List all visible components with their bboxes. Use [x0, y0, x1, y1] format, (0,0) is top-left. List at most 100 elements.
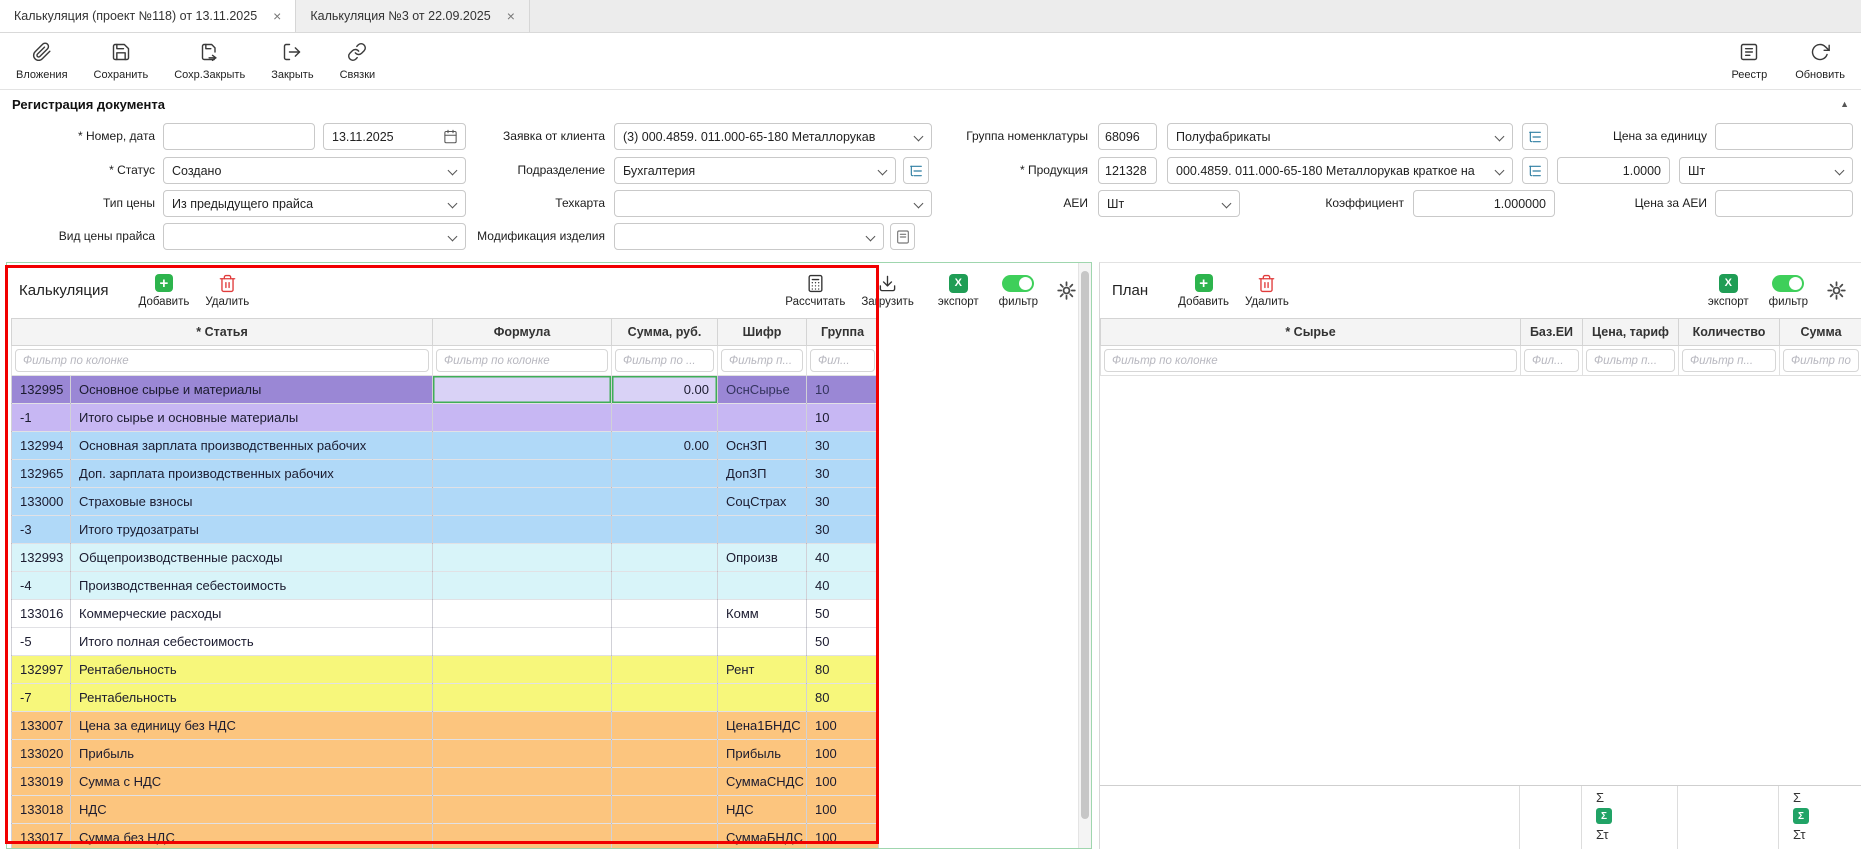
column-header-sum[interactable]: Сумма, руб.	[612, 319, 718, 346]
column-header-material[interactable]: * Сырье	[1101, 319, 1521, 346]
cell-code[interactable]: Рент	[718, 656, 807, 684]
production-select[interactable]: 000.4859. 011.000-65-180 Металлорукав кр…	[1167, 157, 1513, 184]
vertical-scrollbar[interactable]	[1078, 263, 1091, 848]
filter-article-input[interactable]	[15, 349, 429, 372]
table-row[interactable]: 133018НДСНДС100	[12, 796, 879, 824]
cell-article[interactable]: Производственная себестоимость	[71, 572, 433, 600]
close-icon[interactable]: ×	[507, 9, 515, 23]
filter-formula-input[interactable]	[436, 349, 608, 372]
cell-group[interactable]: 10	[807, 404, 879, 432]
cell-group[interactable]: 40	[807, 544, 879, 572]
cell-group[interactable]: 80	[807, 684, 879, 712]
cell-code[interactable]: ОснСырье	[718, 376, 807, 404]
cell-code[interactable]: Опроизв	[718, 544, 807, 572]
cell-code[interactable]: СуммаБНДС	[718, 824, 807, 849]
production-qty-input[interactable]	[1557, 157, 1670, 184]
table-row[interactable]: 133000Страховые взносыСоцСтрах30	[12, 488, 879, 516]
cell-id[interactable]: -3	[12, 516, 71, 544]
cell-group[interactable]: 10	[807, 376, 879, 404]
department-select[interactable]: Бухгалтерия	[614, 157, 896, 184]
load-button[interactable]: Загрузить	[861, 274, 914, 308]
cell-sum[interactable]	[612, 628, 718, 656]
attachments-button[interactable]: Вложения	[16, 42, 68, 81]
cell-id[interactable]: 132997	[12, 656, 71, 684]
cell-formula[interactable]	[433, 684, 612, 712]
cell-sum[interactable]	[612, 516, 718, 544]
cell-article[interactable]: Доп. зарплата производственных рабочих	[71, 460, 433, 488]
techcard-select[interactable]	[614, 190, 932, 217]
cell-sum[interactable]	[612, 600, 718, 628]
cell-formula[interactable]	[433, 628, 612, 656]
cell-group[interactable]: 30	[807, 516, 879, 544]
modification-select[interactable]	[614, 223, 884, 250]
cell-formula[interactable]	[433, 516, 612, 544]
sigma-aggregate-icon[interactable]: Σ	[1596, 808, 1612, 824]
cell-sum[interactable]	[612, 796, 718, 824]
cell-sum[interactable]	[612, 488, 718, 516]
nomenclature-group-tree-button[interactable]	[1522, 123, 1548, 150]
status-select[interactable]: Создано	[163, 157, 466, 184]
table-row[interactable]: 133019Сумма с НДССуммаСНДС100	[12, 768, 879, 796]
column-header-code[interactable]: Шифр	[718, 319, 807, 346]
table-row[interactable]: -4Производственная себестоимость40	[12, 572, 879, 600]
add-row-button[interactable]: + Добавить	[1178, 274, 1229, 308]
table-row[interactable]: -3Итого трудозатраты30	[12, 516, 879, 544]
cell-code[interactable]	[718, 404, 807, 432]
cell-id[interactable]: 133018	[12, 796, 71, 824]
table-row[interactable]: -5Итого полная себестоимость50	[12, 628, 879, 656]
table-row[interactable]: 132994Основная зарплата производственных…	[12, 432, 879, 460]
price-per-aei-input[interactable]	[1715, 190, 1853, 217]
close-icon[interactable]: ×	[273, 9, 281, 23]
cell-group[interactable]: 40	[807, 572, 879, 600]
table-row[interactable]: 133020ПрибыльПрибыль100	[12, 740, 879, 768]
cell-id[interactable]: 132994	[12, 432, 71, 460]
cell-formula[interactable]	[433, 544, 612, 572]
nomenclature-group-code-input[interactable]	[1098, 123, 1157, 150]
collapse-icon[interactable]: ▲	[1840, 99, 1849, 109]
cell-article[interactable]: Рентабельность	[71, 684, 433, 712]
date-input[interactable]: 13.11.2025	[323, 123, 466, 150]
cell-group[interactable]: 30	[807, 488, 879, 516]
cell-sum[interactable]	[612, 572, 718, 600]
filter-quantity-input[interactable]	[1682, 349, 1776, 372]
cell-id[interactable]: 133007	[12, 712, 71, 740]
cell-formula[interactable]	[433, 768, 612, 796]
cell-sum[interactable]	[612, 404, 718, 432]
filter-sum-input[interactable]	[615, 349, 714, 372]
column-header-price[interactable]: Цена, тариф	[1583, 319, 1679, 346]
cell-group[interactable]: 100	[807, 740, 879, 768]
nomenclature-group-select[interactable]: Полуфабрикаты	[1167, 123, 1513, 150]
cell-sum[interactable]	[612, 460, 718, 488]
cell-group[interactable]: 30	[807, 432, 879, 460]
cell-sum[interactable]	[612, 712, 718, 740]
cell-id[interactable]: -1	[12, 404, 71, 432]
cell-article[interactable]: Цена за единицу без НДС	[71, 712, 433, 740]
sigma-aggregate-icon[interactable]: Σ	[1793, 808, 1809, 824]
cell-article[interactable]: Общепроизводственные расходы	[71, 544, 433, 572]
export-excel-button[interactable]: X экспорт	[1708, 274, 1749, 308]
production-tree-button[interactable]	[1522, 157, 1548, 184]
delete-row-button[interactable]: Удалить	[1245, 274, 1289, 308]
tab-doc-n3[interactable]: Калькуляция №3 от 22.09.2025 ×	[296, 0, 530, 32]
cell-group[interactable]: 50	[807, 628, 879, 656]
cell-article[interactable]: Основная зарплата производственных рабоч…	[71, 432, 433, 460]
cell-code[interactable]: НДС	[718, 796, 807, 824]
filter-sum-input[interactable]	[1783, 349, 1859, 372]
cell-code[interactable]	[718, 572, 807, 600]
coefficient-input[interactable]	[1413, 190, 1555, 217]
cell-code[interactable]: Прибыль	[718, 740, 807, 768]
cell-id[interactable]: -7	[12, 684, 71, 712]
cell-group[interactable]: 100	[807, 824, 879, 849]
toggle-on-icon[interactable]	[1002, 275, 1034, 292]
cell-code[interactable]	[718, 628, 807, 656]
cell-article[interactable]: Основное сырье и материалы	[71, 376, 433, 404]
close-button[interactable]: Закрыть	[271, 42, 313, 81]
filter-baseunit-input[interactable]	[1524, 349, 1579, 372]
add-row-button[interactable]: + Добавить	[139, 274, 190, 308]
cell-group[interactable]: 80	[807, 656, 879, 684]
cell-formula[interactable]	[433, 404, 612, 432]
cell-code[interactable]	[718, 516, 807, 544]
cell-sum[interactable]	[612, 684, 718, 712]
cell-sum[interactable]	[612, 768, 718, 796]
table-row[interactable]: -1Итого сырье и основные материалы10	[12, 404, 879, 432]
